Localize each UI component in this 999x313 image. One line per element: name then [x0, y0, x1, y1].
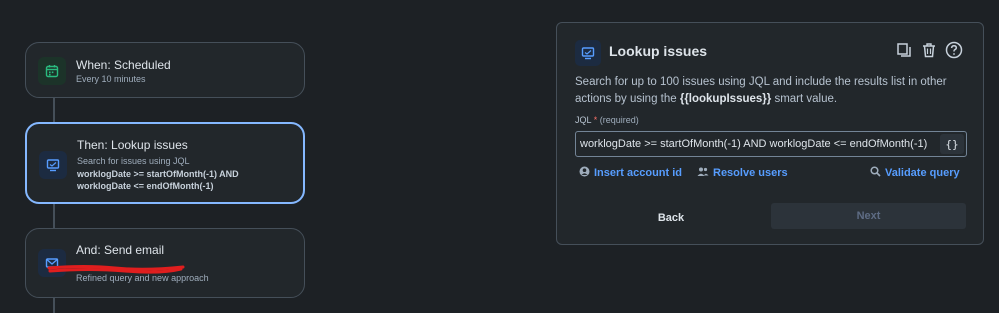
jql-input[interactable]: worklogDate >= startOfMonth(-1) AND work… [575, 131, 967, 157]
trigger-node[interactable]: When: Scheduled Every 10 minutes [25, 42, 305, 98]
trigger-subtitle: Every 10 minutes [76, 74, 146, 84]
validate-query-link[interactable]: Validate query [870, 166, 960, 180]
smart-value-token: {{lookupIssues}} [679, 93, 772, 105]
panel-description: Search for up to 100 issues using JQL an… [575, 76, 947, 105]
copy-icon[interactable] [894, 40, 914, 60]
back-button[interactable]: Back [621, 207, 721, 229]
panel-title: Lookup issues [609, 43, 708, 59]
jql-label: JQL * (required) [575, 115, 639, 125]
jql-input-value[interactable]: worklogDate >= startOfMonth(-1) AND work… [580, 138, 936, 150]
next-button[interactable]: Next [771, 203, 966, 229]
resolve-users-link[interactable]: Resolve users [697, 166, 788, 180]
lookup-node-query-line2: worklogDate <= endOfMonth(-1) [77, 181, 214, 191]
lookup-issues-panel: Lookup issues Search for up to 100 issue… [556, 22, 984, 245]
trigger-title: When: Scheduled [76, 58, 171, 72]
email-node-title: And: Send email [76, 243, 165, 257]
lookup-issues-node[interactable]: Then: Lookup issues Search for issues us… [25, 122, 305, 204]
insert-account-id-link[interactable]: Insert account id [579, 166, 682, 180]
user-circle-icon [579, 166, 590, 180]
lookup-node-subtitle: Search for issues using JQL [77, 156, 190, 166]
calendar-icon [38, 57, 66, 85]
redaction-scribble [47, 265, 185, 274]
search-icon [870, 166, 881, 180]
required-marker: * [593, 115, 598, 125]
trash-icon[interactable] [919, 40, 939, 60]
users-icon [697, 166, 709, 180]
lookup-node-title: Then: Lookup issues [77, 138, 188, 152]
smart-value-button[interactable]: {} [940, 134, 964, 154]
monitor-icon [39, 151, 67, 179]
help-icon[interactable] [944, 40, 964, 60]
monitor-icon [575, 40, 601, 66]
required-text: (required) [599, 115, 639, 125]
lookup-node-query-line1: worklogDate >= startOfMonth(-1) AND [77, 169, 239, 179]
